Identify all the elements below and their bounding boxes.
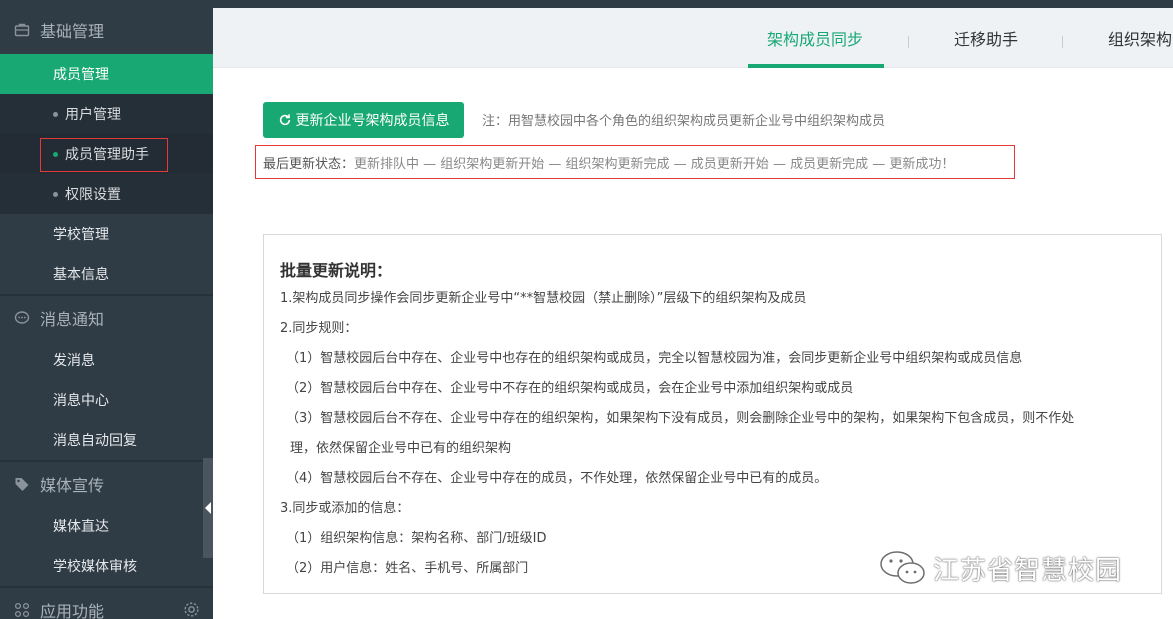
sidebar-item-label: 消息中心	[53, 393, 109, 409]
tab-org-structure[interactable]: 组织架构	[1108, 8, 1172, 68]
sidebar-item-media-review[interactable]: 学校媒体审核	[0, 546, 213, 586]
tab-active-indicator	[748, 64, 884, 68]
tab-member-sync[interactable]: 架构成员同步	[767, 8, 863, 68]
group-label: 消息通知	[40, 310, 105, 329]
bullet-icon	[53, 191, 58, 197]
bullet-icon	[53, 111, 58, 117]
description-line: 3.同步或添加的信息：	[280, 501, 410, 516]
sidebar-item-user-management[interactable]: 用户管理	[0, 94, 213, 134]
update-status: 最后更新状态： 更新排队中 — 组织架构更新开始 — 组织架构更新完成 — 成员…	[255, 145, 1015, 179]
divider	[0, 294, 213, 296]
tab-migration-helper[interactable]: 迁移助手	[954, 8, 1018, 68]
tab-bar: 架构成员同步 迁移助手 组织架构	[213, 8, 1173, 68]
sidebar-item-label: 成员管理	[53, 67, 109, 83]
group-label: 媒体宣传	[40, 476, 105, 495]
sidebar-item-label: 发消息	[53, 353, 95, 369]
update-members-button[interactable]: 更新企业号架构成员信息	[263, 102, 464, 138]
sidebar-item-send-message[interactable]: 发消息	[0, 340, 213, 380]
briefcase-icon	[14, 23, 30, 37]
tab-separator	[908, 36, 909, 48]
watermark: 江苏省智慧校园	[877, 548, 1122, 588]
sidebar-item-school-management[interactable]: 学校管理	[0, 214, 213, 254]
tag-icon	[15, 478, 29, 491]
batch-update-description: 批量更新说明： 1.架构成员同步操作会同步更新企业号中“**智慧校园（禁止删除）…	[263, 234, 1162, 594]
tab-label: 架构成员同步	[767, 30, 864, 49]
app-root: 基础管理 成员管理 用户管理 成员管理助手 权限设置 学校管理 基本信息 消息通…	[0, 0, 1173, 619]
wechat-icon	[880, 551, 925, 584]
sidebar-item-label: 学校管理	[53, 227, 109, 243]
group-message-notification[interactable]: 消息通知	[0, 298, 213, 338]
watermark-text: 江苏省智慧校园	[933, 555, 1123, 586]
status-text: 更新排队中 — 组织架构更新开始 — 组织架构更新完成 — 成员更新开始 — 成…	[354, 156, 955, 172]
tab-separator	[1062, 36, 1063, 48]
group-label: 应用功能	[40, 602, 105, 619]
chevron-left-icon	[205, 502, 211, 514]
top-strip	[213, 0, 1173, 8]
description-line: 理，依然保留企业号中已有的组织架构	[290, 441, 512, 456]
divider	[0, 586, 213, 588]
sidebar-item-label: 学校媒体审核	[53, 559, 137, 575]
group-media-promotion[interactable]: 媒体宣传	[0, 464, 213, 504]
sidebar-item-label: 权限设置	[65, 187, 121, 203]
status-label: 最后更新状态：	[263, 156, 355, 172]
chat-icon	[14, 311, 30, 324]
group-basic-management[interactable]: 基础管理	[0, 10, 213, 50]
description-line: （3）智慧校园后台不存在、企业号中存在的组织架构，如果架构下没有成员，则会删除企…	[286, 411, 1075, 426]
sidebar-collapse-handle[interactable]	[203, 458, 213, 558]
tab-label: 迁移助手	[954, 30, 1019, 49]
update-button-label: 更新企业号架构成员信息	[295, 113, 450, 129]
apps-icon	[14, 602, 30, 618]
sidebar-item-label: 用户管理	[65, 107, 121, 123]
sidebar-item-label: 基本信息	[53, 267, 109, 283]
sidebar-item-message-center[interactable]: 消息中心	[0, 380, 213, 420]
description-title: 批量更新说明：	[280, 261, 393, 280]
sidebar: 基础管理 成员管理 用户管理 成员管理助手 权限设置 学校管理 基本信息 消息通…	[0, 0, 213, 619]
description-line: （2）用户信息：姓名、手机号、所属部门	[286, 561, 529, 576]
sidebar-item-basic-info[interactable]: 基本信息	[0, 254, 213, 294]
sidebar-item-permission[interactable]: 权限设置	[0, 174, 213, 214]
description-line: （1）智慧校园后台中存在、企业号中也存在的组织架构或成员，完全以智慧校园为准，会…	[286, 351, 1023, 366]
sidebar-item-label: 媒体直达	[53, 519, 109, 535]
group-label: 基础管理	[40, 22, 105, 41]
description-line: （1）组织架构信息：架构名称、部门/班级ID	[286, 531, 547, 546]
group-app-functions[interactable]: 应用功能	[0, 590, 213, 619]
tab-label: 组织架构	[1108, 30, 1173, 49]
sidebar-item-media-direct[interactable]: 媒体直达	[0, 506, 213, 546]
update-note: 注：用智慧校园中各个角色的组织架构成员更新企业号中组织架构成员	[482, 114, 886, 129]
sidebar-item-label: 消息自动回复	[53, 433, 137, 449]
sidebar-item-member-management[interactable]: 成员管理	[0, 54, 213, 94]
refresh-icon	[279, 114, 290, 126]
description-line: 1.架构成员同步操作会同步更新企业号中“**智慧校园（禁止删除）”层级下的组织架…	[280, 291, 807, 306]
highlight-box	[40, 138, 168, 172]
description-line: 2.同步规则：	[280, 321, 358, 336]
description-line: （4）智慧校园后台不存在、企业号中存在的成员，不作处理，依然保留企业号中已有的成…	[286, 471, 828, 486]
sidebar-item-auto-reply[interactable]: 消息自动回复	[0, 420, 213, 460]
divider	[0, 460, 213, 462]
gear-icon[interactable]	[183, 601, 200, 618]
description-line: （2）智慧校园后台中存在、企业号中不存在的组织架构或成员，会在企业号中添加组织架…	[286, 381, 854, 396]
